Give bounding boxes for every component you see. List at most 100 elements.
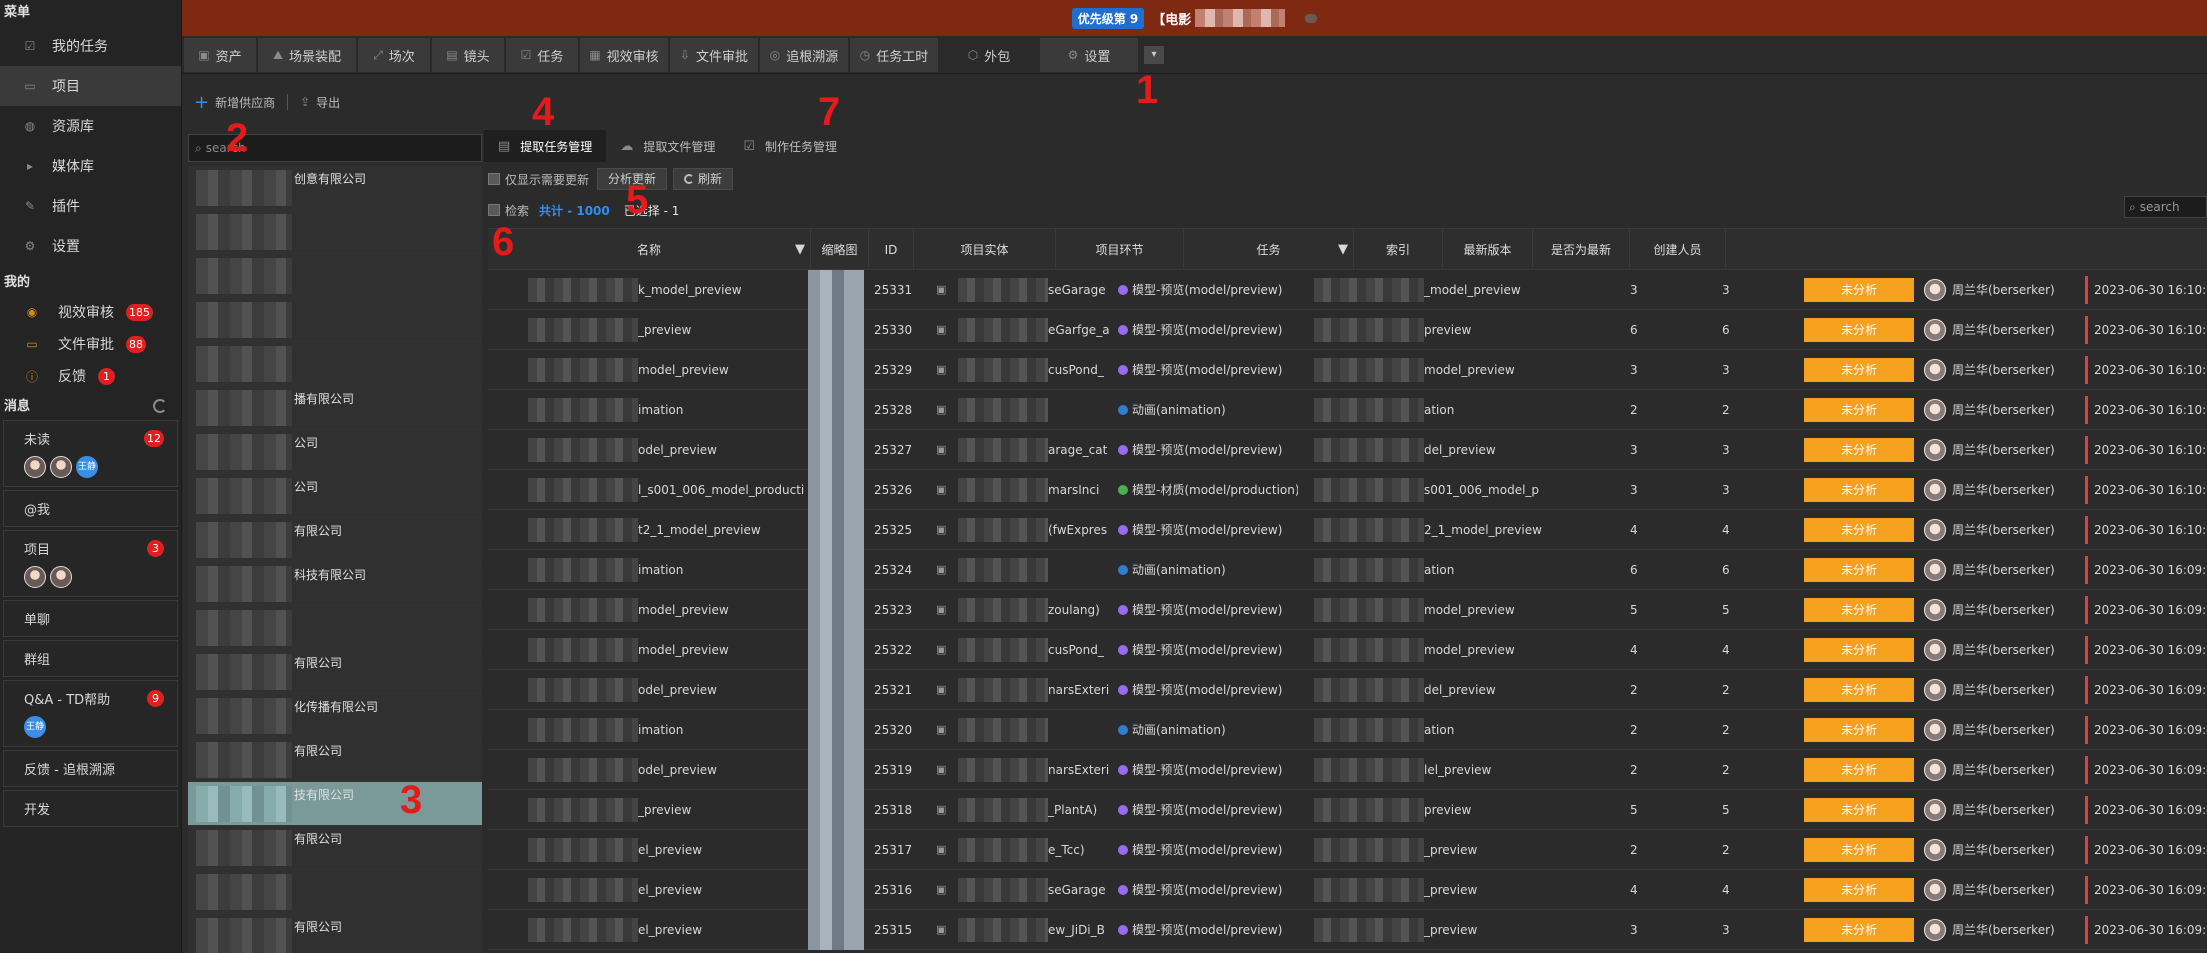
search-checkbox[interactable] <box>488 204 500 216</box>
analyze-status-button[interactable]: 未分析 <box>1804 318 1914 342</box>
tab-clock[interactable]: ◷ 任务工时 <box>850 38 938 72</box>
analyze-status-button[interactable]: 未分析 <box>1804 518 1914 542</box>
message-group-5[interactable]: Q&A - TD帮助 9 王静 <box>3 680 178 747</box>
message-group-6[interactable]: 反馈 - 追根溯源 <box>3 750 178 787</box>
supplier-row[interactable] <box>188 606 482 650</box>
tab-trace[interactable]: ◎ 追根溯源 <box>760 38 848 72</box>
analyze-status-button[interactable]: 未分析 <box>1804 718 1914 742</box>
sidebar-item-2[interactable]: ◍ 资源库 <box>0 106 181 146</box>
table-row[interactable]: _preview 25318 ▣ _PlantA) 模型-预览(model/previe… <box>488 790 2207 830</box>
sidebar-item-4[interactable]: ✎ 插件 <box>0 186 181 226</box>
supplier-row[interactable]: 有限公司 <box>188 650 482 694</box>
only-update-checkbox[interactable] <box>488 173 500 185</box>
sidebar-item-0[interactable]: ☑ 我的任务 <box>0 26 181 66</box>
column-header[interactable]: 项目实体 <box>914 229 1056 271</box>
table-row[interactable]: el_preview 25315 ▣ ew_JiDi_B 模型-预览(model/pre… <box>488 910 2207 950</box>
new-supplier-button[interactable]: 新增供应商 <box>215 94 275 111</box>
tab-approval[interactable]: ⇩ 文件审批 <box>670 38 758 72</box>
tab-outsource[interactable]: ⬡ 外包 <box>940 38 1038 72</box>
plus-icon[interactable]: + <box>194 92 209 113</box>
column-header[interactable]: 创建人员 <box>1630 229 1726 271</box>
subtab-1[interactable]: ☁ 提取文件管理 <box>606 130 729 162</box>
tab-shot[interactable]: ▤ 镜头 <box>432 38 504 72</box>
supplier-row[interactable]: 有限公司 <box>188 826 482 870</box>
tab-task[interactable]: ☑ 任务 <box>506 38 578 72</box>
table-search-input[interactable]: search <box>2140 200 2180 214</box>
supplier-row[interactable]: 化传播有限公司 <box>188 694 482 738</box>
mine-item-0[interactable]: ◉ 视效审核 185 <box>0 296 181 328</box>
supplier-row[interactable]: 播有限公司 <box>188 386 482 430</box>
supplier-row[interactable] <box>188 870 482 914</box>
export-button[interactable]: 导出 <box>316 94 340 111</box>
tab-scene[interactable]: ⛰ 场景装配 <box>258 38 356 72</box>
supplier-row[interactable]: 有限公司 <box>188 738 482 782</box>
refresh-button[interactable]: 刷新 <box>673 168 734 190</box>
supplier-row[interactable]: 公司 <box>188 430 482 474</box>
chevron-down-icon[interactable]: ▼ <box>795 229 805 271</box>
subtab-2[interactable]: ☑ 制作任务管理 <box>729 130 851 162</box>
table-search[interactable]: ⌕ search <box>2124 196 2207 218</box>
supplier-row[interactable]: 科技有限公司 <box>188 562 482 606</box>
analyze-status-button[interactable]: 未分析 <box>1804 758 1914 782</box>
column-header[interactable]: 任务 <box>1184 229 1354 271</box>
column-header[interactable]: 是否为最新 <box>1533 229 1630 271</box>
supplier-row[interactable]: 公司 <box>188 474 482 518</box>
supplier-row[interactable]: 技有限公司 <box>188 782 482 826</box>
supplier-row[interactable] <box>188 210 482 254</box>
refresh-icon[interactable] <box>153 399 167 413</box>
tab-review[interactable]: ▦ 视效审核 <box>580 38 668 72</box>
analyze-status-button[interactable]: 未分析 <box>1804 598 1914 622</box>
table-row[interactable]: odel_preview 25319 ▣ narsExteri 模型-预览(model/… <box>488 750 2207 790</box>
mine-item-2[interactable]: ⓘ 反馈 1 <box>0 360 181 392</box>
column-header[interactable]: 项目环节 <box>1056 229 1184 271</box>
message-group-4[interactable]: 群组 <box>3 640 178 677</box>
analyze-status-button[interactable]: 未分析 <box>1804 558 1914 582</box>
analyze-status-button[interactable]: 未分析 <box>1804 398 1914 422</box>
mine-item-1[interactable]: ▭ 文件审批 88 <box>0 328 181 360</box>
table-row[interactable]: imation 25324 ▣ 动画(animation) ation 6 6 未分析 周兰华(… <box>488 550 2207 590</box>
table-row[interactable]: _preview 25330 ▣ eGarfge_a 模型-预览(model/previ… <box>488 310 2207 350</box>
table-row[interactable]: model_preview 25323 ▣ zoulang) 模型-预览(model/p… <box>488 590 2207 630</box>
supplier-row[interactable] <box>188 342 482 386</box>
analyze-status-button[interactable]: 未分析 <box>1804 638 1914 662</box>
table-row[interactable]: t2_1_model_preview 25325 ▣ (fwExpres 模型-预览(m… <box>488 510 2207 550</box>
sidebar-item-1[interactable]: ▭ 项目 <box>0 66 181 106</box>
chat-icon[interactable] <box>1305 13 1318 23</box>
table-row[interactable]: model_preview 25322 ▣ cusPond_ 模型-预览(model/p… <box>488 630 2207 670</box>
supplier-row[interactable]: 有限公司 <box>188 518 482 562</box>
chevron-down-icon[interactable]: ▾ <box>1144 46 1164 64</box>
table-row[interactable]: k_model_preview 25331 ▣ seGarage 模型-预览(model… <box>488 270 2207 310</box>
column-header[interactable]: 索引 <box>1354 229 1443 271</box>
sidebar-item-3[interactable]: ▸ 媒体库 <box>0 146 181 186</box>
analyze-status-button[interactable]: 未分析 <box>1804 878 1914 902</box>
analyze-status-button[interactable]: 未分析 <box>1804 358 1914 382</box>
table-row[interactable]: odel_preview 25321 ▣ narsExteri 模型-预览(model/… <box>488 670 2207 710</box>
column-header[interactable]: ID <box>869 229 914 271</box>
tab-gear[interactable]: ⚙ 设置 <box>1040 38 1138 72</box>
analyze-status-button[interactable]: 未分析 <box>1804 678 1914 702</box>
analyze-status-button[interactable]: 未分析 <box>1804 838 1914 862</box>
column-header[interactable]: 名称 <box>488 229 811 271</box>
tab-sequence[interactable]: ⤢ 场次 <box>358 38 430 72</box>
message-group-0[interactable]: 未读 12 王静 <box>3 420 178 487</box>
subtab-0[interactable]: ▤ 提取任务管理 <box>484 130 607 162</box>
chevron-down-icon[interactable]: ▼ <box>1338 229 1348 271</box>
table-row[interactable]: l_s001_006_model_producti 25326 ▣ marsInci 模… <box>488 470 2207 510</box>
supplier-row[interactable]: 有限公司 <box>188 914 482 953</box>
analyze-status-button[interactable]: 未分析 <box>1804 798 1914 822</box>
analyze-status-button[interactable]: 未分析 <box>1804 478 1914 502</box>
analyze-status-button[interactable]: 未分析 <box>1804 918 1914 942</box>
table-row[interactable]: imation 25328 ▣ 动画(animation) ation 2 2 未分析 周兰华(… <box>488 390 2207 430</box>
message-group-2[interactable]: 项目 3 <box>3 530 178 597</box>
message-group-1[interactable]: @我 <box>3 490 178 527</box>
supplier-row[interactable]: 创意有限公司 <box>188 166 482 210</box>
message-group-7[interactable]: 开发 <box>3 790 178 827</box>
export-icon[interactable]: ⇪ <box>300 95 310 109</box>
table-row[interactable]: el_preview 25316 ▣ seGarage 模型-预览(model/prev… <box>488 870 2207 910</box>
table-row[interactable]: model_preview 25329 ▣ cusPond_ 模型-预览(model/p… <box>488 350 2207 390</box>
table-row[interactable]: el_preview 25317 ▣ e_Tcc) 模型-预览(model/previe… <box>488 830 2207 870</box>
column-header[interactable]: 缩略图 <box>811 229 869 271</box>
table-row[interactable]: odel_preview 25327 ▣ arage_cat 模型-预览(model/p… <box>488 430 2207 470</box>
tab-asset[interactable]: ▣ 资产 <box>184 38 256 72</box>
supplier-row[interactable] <box>188 254 482 298</box>
